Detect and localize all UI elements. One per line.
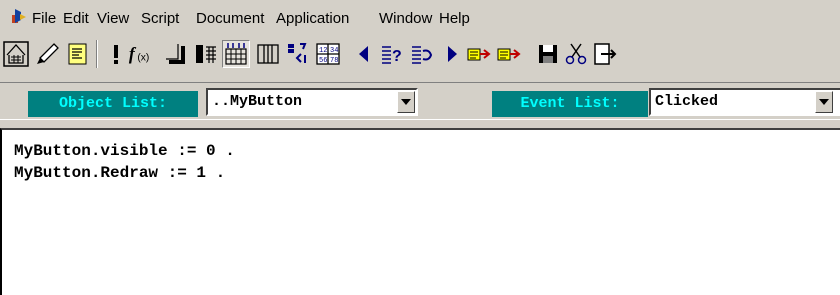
paste-statement-icon [497,48,521,61]
paste-function-icon [467,48,491,61]
menu-edit[interactable]: Edit [63,10,89,27]
svg-text:34: 34 [330,47,338,55]
object-list-value: ..MyButton [212,93,303,110]
function-icon: f (x) [129,44,149,64]
event-list-dropdown-button[interactable] [815,91,833,113]
code-line[interactable]: MyButton.Redraw := 1 . [14,164,225,182]
tab-order-button[interactable] [284,40,312,68]
svg-text:(x): (x) [137,53,149,64]
save-icon [539,45,557,63]
svg-text:f: f [129,44,137,64]
debug-stop-icon [114,45,118,64]
previous-button[interactable] [350,40,378,68]
column-left-button[interactable] [192,40,220,68]
shadow-button[interactable] [162,40,190,68]
svg-text:12: 12 [319,47,327,55]
cut-button[interactable] [562,40,590,68]
event-list-dropdown[interactable]: Clicked [649,88,840,116]
next-button[interactable] [438,40,466,68]
menu-file[interactable]: File [32,10,56,27]
debug-stop-button[interactable] [102,40,130,68]
column-right-button[interactable] [222,40,250,68]
svg-text:78: 78 [330,57,338,65]
chevron-down-icon [401,99,411,105]
grid-button[interactable]: 12 34 56 78 [314,40,342,68]
paste-function-button[interactable] [466,40,494,68]
form-painter-icon [3,41,29,67]
script-button[interactable] [64,40,92,68]
cut-icon [565,43,587,65]
function-button[interactable]: f (x) [128,40,156,68]
object-list-dropdown-button[interactable] [397,91,415,113]
column-right-icon [225,43,247,65]
svg-text:56: 56 [319,57,327,65]
object-list-dropdown[interactable]: ..MyButton [206,88,418,116]
script-icon [68,43,87,65]
chevron-down-icon [819,99,829,105]
form-painter-button[interactable] [2,40,30,68]
menu-script[interactable]: Script [141,10,179,27]
shadow-icon [166,44,185,64]
menu-bar: File Edit View Script Document Applicati… [0,0,840,34]
next-icon [448,46,457,62]
lookup-icon: ? [382,46,402,65]
app-icon [12,9,26,23]
paint-brush-icon [37,43,59,64]
tab-order-icon [288,43,307,63]
toolbar-separator [96,40,98,68]
column-left-icon [196,45,216,63]
selection-bar: Object List: ..MyButton Event List: Clic… [0,80,840,128]
event-list-value: Clicked [655,93,719,110]
toolbar: f (x) 12 34 56 78 ? [0,34,840,80]
menu-help[interactable]: Help [439,10,470,27]
column-book-icon [257,44,279,64]
paint-brush-button[interactable] [33,40,61,68]
lookup-button[interactable]: ? [378,40,406,68]
previous-icon [359,46,368,62]
menu-window[interactable]: Window [379,10,432,27]
script-editor[interactable]: MyButton.visible := 0 . MyButton.Redraw … [0,128,840,295]
exit-icon [594,43,617,65]
grid-icon: 12 34 56 78 [316,43,340,65]
event-list-label: Event List: [492,91,648,117]
menu-view[interactable]: View [97,10,129,27]
object-list-label: Object List: [28,91,198,117]
browse-button[interactable] [408,40,436,68]
save-button[interactable] [534,40,562,68]
menu-application[interactable]: Application [276,10,349,27]
exit-button[interactable] [590,40,618,68]
paste-statement-button[interactable] [496,40,524,68]
svg-text:?: ? [392,48,402,65]
menu-document[interactable]: Document [196,10,264,27]
browse-icon [412,46,433,64]
column-book-button[interactable] [254,40,282,68]
code-line[interactable]: MyButton.visible := 0 . [14,142,235,160]
